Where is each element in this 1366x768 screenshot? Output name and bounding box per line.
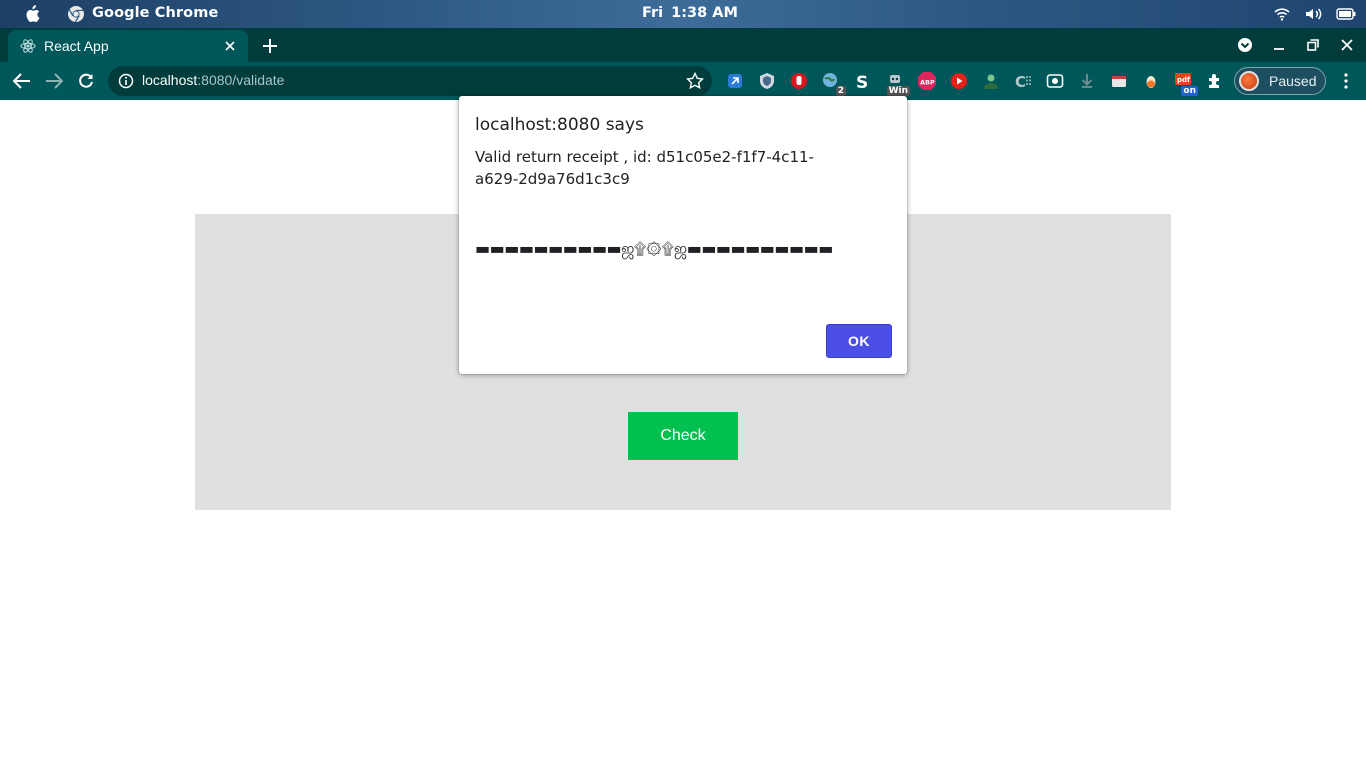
forward-icon[interactable]: [42, 69, 66, 93]
system-tray: [1272, 4, 1356, 24]
person-extension-icon[interactable]: [980, 70, 1002, 92]
abp-extension-label: ABP: [920, 79, 935, 87]
alert-dialog: localhost:8080 says Valid return receipt…: [459, 96, 907, 374]
s-extension-icon[interactable]: S: [852, 70, 874, 92]
check-button[interactable]: Check: [628, 412, 738, 460]
drop-extension-icon[interactable]: [1140, 70, 1162, 92]
profile-status-label: Paused: [1269, 73, 1317, 89]
pdf-extension-badge: on: [1181, 86, 1198, 96]
kebab-menu-icon[interactable]: [1336, 71, 1356, 91]
os-clock[interactable]: Fri 1:38 AM: [642, 5, 746, 21]
browser-toolbar: localhost:8080/validate 2 S Win ABP C pd…: [0, 62, 1366, 100]
svg-text:C: C: [1015, 73, 1026, 90]
back-icon[interactable]: [10, 69, 34, 93]
os-time: 1:38 AM: [671, 5, 738, 21]
tab-strip: React App: [0, 28, 1366, 62]
battery-icon[interactable]: [1336, 4, 1356, 24]
react-logo-icon: [20, 38, 36, 54]
apple-menu-icon[interactable]: [22, 4, 42, 24]
close-window-icon[interactable]: [1336, 34, 1358, 56]
close-tab-icon[interactable]: [220, 36, 240, 56]
minimize-icon[interactable]: [1268, 34, 1290, 56]
url-path: :8080/validate: [197, 72, 285, 88]
tab-search-icon[interactable]: [1234, 34, 1256, 56]
new-tab-icon[interactable]: [258, 34, 282, 58]
svg-text:pdf: pdf: [1177, 76, 1191, 84]
stop-hand-extension-icon[interactable]: [788, 70, 810, 92]
download-extension-icon[interactable]: [1076, 70, 1098, 92]
globe-extension-icon[interactable]: 2: [820, 70, 846, 96]
chrome-logo-icon: [67, 5, 85, 23]
restore-icon[interactable]: [1302, 34, 1324, 56]
profile-button[interactable]: Paused: [1234, 67, 1326, 95]
avatar: [1239, 71, 1259, 91]
shield-extension-icon[interactable]: [756, 70, 778, 92]
dialog-title: localhost:8080 says: [475, 115, 644, 135]
dialog-decoration-text: ▬▬▬▬▬▬▬▬▬▬ஜ۩۞۩ஜ▬▬▬▬▬▬▬▬▬▬: [475, 239, 833, 258]
ok-button[interactable]: OK: [826, 324, 892, 358]
svg-text:S: S: [856, 73, 868, 90]
os-top-bar: Google Chrome Fri 1:38 AM: [0, 0, 1366, 28]
site-info-icon[interactable]: [118, 73, 134, 89]
reload-icon[interactable]: [74, 69, 98, 93]
tab-react-app[interactable]: React App: [8, 30, 248, 62]
os-day: Fri: [642, 5, 664, 21]
abp-extension-icon[interactable]: ABP: [916, 70, 938, 92]
url-host: localhost: [142, 72, 198, 88]
tab-title: React App: [44, 38, 109, 54]
bookmark-star-icon[interactable]: [685, 71, 705, 90]
pdf-extension-icon[interactable]: pdf on: [1172, 70, 1198, 96]
robot-extension-badge: Win: [886, 86, 910, 96]
robot-extension-icon[interactable]: Win: [884, 70, 910, 96]
dialog-message: Valid return receipt , id: d51c05e2-f1f7…: [475, 148, 814, 188]
window-controls: [1234, 34, 1358, 56]
url-text: localhost:8080/validate: [142, 72, 284, 88]
code-extension-icon[interactable]: C: [1012, 70, 1034, 92]
globe-extension-badge: 2: [835, 86, 846, 96]
window-extension-icon[interactable]: [1108, 70, 1130, 92]
extensions-row: 2 S Win ABP C pdf on: [724, 70, 1226, 96]
youtube-extension-icon[interactable]: [948, 70, 970, 92]
screen-extension-icon[interactable]: [1044, 70, 1066, 92]
address-bar[interactable]: localhost:8080/validate: [108, 66, 712, 96]
os-app-name[interactable]: Google Chrome: [92, 5, 218, 21]
link-extension-icon[interactable]: [724, 70, 746, 92]
puzzle-extensions-icon[interactable]: [1204, 70, 1226, 92]
wifi-icon[interactable]: [1272, 4, 1292, 24]
volume-icon[interactable]: [1304, 4, 1324, 24]
